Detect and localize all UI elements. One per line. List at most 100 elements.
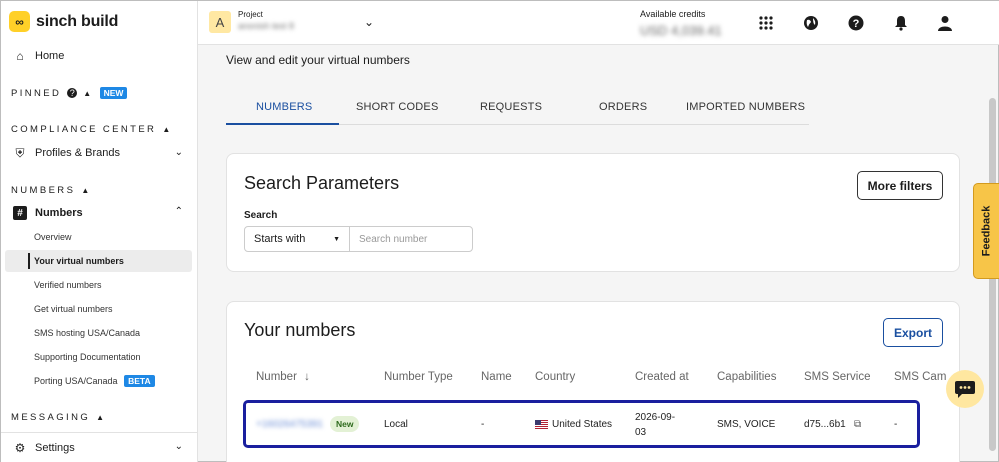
sidebar-subitem-your-virtual-numbers[interactable]: Your virtual numbers (34, 256, 124, 266)
tab-orders[interactable]: ORDERS (599, 101, 647, 113)
card-title: Your numbers (244, 320, 356, 340)
globe-icon[interactable] (801, 13, 821, 33)
hash-icon: # (13, 206, 27, 220)
sidebar-subitem-label: Porting USA/Canada (34, 376, 118, 386)
country-name: United States (552, 419, 613, 430)
section-title: PINNED (11, 87, 62, 99)
project-label: Project (238, 10, 263, 19)
sidebar: ∞ sinch build ⌂ Home PINNED ? ▲ NEW COMP… (1, 1, 198, 462)
help-icon[interactable]: ? (67, 88, 78, 98)
bell-icon[interactable] (891, 13, 911, 33)
created-date-part: 2026-09- (635, 412, 676, 423)
home-icon: ⌂ (16, 49, 24, 63)
user-icon[interactable] (935, 13, 955, 33)
sidebar-subitem-get-virtual-numbers[interactable]: Get virtual numbers (34, 304, 113, 314)
credits-label: Available credits (640, 9, 706, 19)
cell-created-at: 2026-09- 03 (635, 410, 675, 440)
help-circle-icon[interactable]: ? (846, 13, 866, 33)
chat-icon[interactable] (946, 370, 984, 408)
cell-sms-campaign: - (894, 419, 898, 430)
new-badge: NEW (99, 87, 128, 99)
cell-sms-service: d75...6b1 (804, 419, 846, 430)
sinch-logo-icon: ∞ (9, 11, 30, 32)
caret-down-icon: ▼ (333, 235, 340, 243)
shield-icon: ⛨ (15, 145, 25, 160)
select-value: Starts with (254, 233, 306, 245)
export-button[interactable]: Export (883, 318, 943, 347)
tab-imported-numbers[interactable]: IMPORTED NUMBERS (686, 101, 805, 113)
column-header-label: Number (256, 371, 297, 383)
chevron-up-icon: ▲ (83, 88, 94, 98)
project-avatar[interactable]: A (209, 11, 231, 33)
active-item-indicator (28, 253, 30, 269)
created-date-part: 03 (635, 427, 647, 438)
section-title: NUMBERS (11, 185, 76, 196)
column-header-number[interactable]: Number ↓ (256, 371, 310, 383)
new-badge: New (330, 416, 360, 432)
sidebar-subitem-overview[interactable]: Overview (34, 232, 72, 242)
copy-icon[interactable]: ⧉ (854, 419, 861, 430)
chevron-up-icon: ▲ (81, 186, 92, 195)
page-subtitle: View and edit your virtual numbers (226, 53, 410, 67)
chevron-up-icon: ▲ (96, 413, 107, 422)
search-number-input[interactable] (349, 226, 473, 252)
sidebar-subitem-sms-hosting[interactable]: SMS hosting USA/Canada (34, 328, 140, 338)
column-header-name[interactable]: Name (481, 371, 512, 383)
svg-text:?: ? (853, 18, 860, 30)
tab-short-codes[interactable]: SHORT CODES (356, 101, 438, 113)
feedback-label: Feedback (980, 205, 993, 257)
sidebar-item-label: Home (35, 50, 65, 62)
chevron-up-icon[interactable]: ⌃ (175, 206, 183, 217)
sidebar-subitem-verified-numbers[interactable]: Verified numbers (34, 280, 102, 290)
sidebar-item-numbers[interactable]: # Numbers (13, 206, 83, 220)
column-header-number-type[interactable]: Number Type (384, 371, 453, 383)
logo[interactable]: ∞ sinch build (9, 11, 118, 32)
apps-grid-icon[interactable] (756, 13, 776, 33)
active-tab-indicator (226, 123, 339, 125)
credits-value: USD 4,039.41 (640, 23, 722, 38)
section-compliance-center[interactable]: COMPLIANCE CENTER ▲ (11, 124, 173, 135)
chevron-up-icon: ▲ (162, 125, 173, 134)
chevron-down-icon[interactable]: ⌄ (364, 15, 374, 29)
more-filters-button[interactable]: More filters (857, 171, 943, 200)
beta-badge: BETA (124, 375, 155, 387)
section-title: MESSAGING (11, 412, 91, 423)
project-name[interactable]: anonish test 8 (238, 21, 294, 31)
search-label: Search (244, 210, 278, 221)
tab-numbers[interactable]: NUMBERS (256, 101, 312, 113)
sidebar-item-label: Numbers (35, 207, 83, 219)
topbar: A Project anonish test 8 ⌄ Available cre… (198, 1, 999, 45)
sidebar-item-label: Settings (35, 442, 75, 454)
tab-bar: NUMBERS SHORT CODES REQUESTS ORDERS IMPO… (226, 92, 809, 125)
us-flag-icon (535, 420, 548, 429)
sidebar-item-profiles-brands[interactable]: ⛨ Profiles & Brands (13, 146, 120, 160)
logo-text: sinch build (36, 12, 119, 30)
section-messaging[interactable]: MESSAGING ▲ (11, 412, 106, 423)
column-header-created-at[interactable]: Created at (635, 371, 689, 383)
arrow-down-icon: ↓ (304, 371, 310, 383)
column-header-sms-service[interactable]: SMS Service (804, 371, 870, 383)
chevron-down-icon[interactable]: ⌄ (175, 147, 183, 158)
sidebar-item-settings[interactable]: ⚙ Settings (13, 441, 75, 455)
cell-capabilities: SMS, VOICE (717, 419, 776, 430)
section-title: COMPLIANCE CENTER (11, 124, 157, 135)
sidebar-subitem-supporting-documentation[interactable]: Supporting Documentation (34, 352, 141, 362)
search-parameters-card: Search Parameters More filters Search St… (226, 153, 960, 272)
table-row[interactable]: +16026475391 New Local - United States 2… (243, 400, 920, 448)
column-header-capabilities[interactable]: Capabilities (717, 371, 776, 383)
column-header-country[interactable]: Country (535, 371, 575, 383)
sidebar-subitem-porting[interactable]: Porting USA/Canada BETA (34, 375, 155, 387)
sidebar-item-home[interactable]: ⌂ Home (13, 49, 64, 63)
cell-country: United States (535, 419, 612, 430)
feedback-tab[interactable]: Feedback (973, 183, 999, 279)
chevron-down-icon[interactable]: ⌄ (175, 441, 183, 452)
section-pinned[interactable]: PINNED ? ▲ NEW (11, 87, 128, 99)
card-title: Search Parameters (244, 173, 400, 193)
search-mode-select[interactable]: Starts with ▼ (244, 226, 350, 252)
cell-name: - (481, 419, 485, 430)
divider (1, 432, 197, 433)
cell-number-type: Local (384, 419, 408, 430)
phone-number-link[interactable]: +16026475391 (256, 419, 323, 430)
tab-requests[interactable]: REQUESTS (480, 101, 542, 113)
section-numbers[interactable]: NUMBERS ▲ (11, 185, 92, 196)
